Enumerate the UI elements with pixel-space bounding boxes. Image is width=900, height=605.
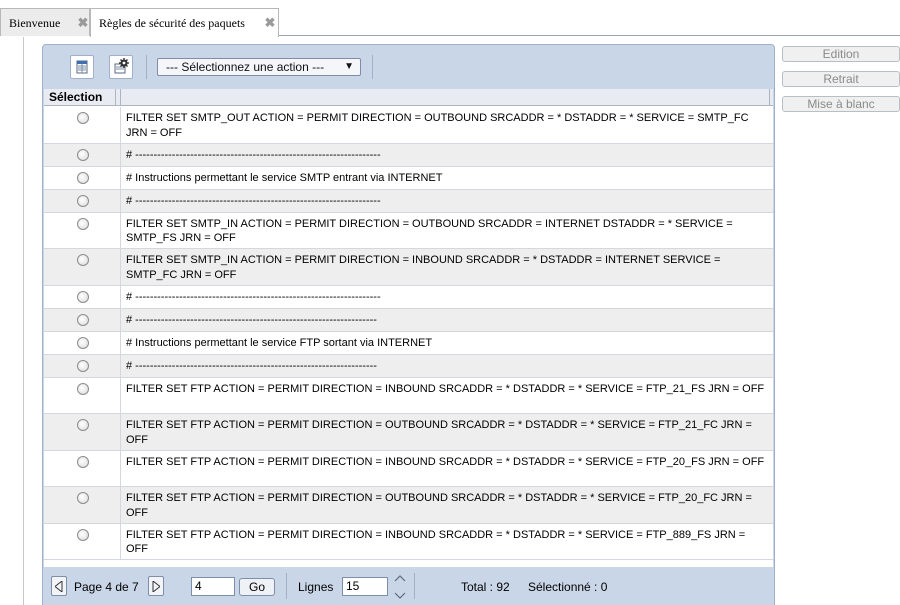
table-row[interactable]: # --------------------------------------… [44, 308, 773, 332]
table-row[interactable]: # --------------------------------------… [44, 189, 773, 213]
footer-separator [286, 573, 287, 599]
rule-text: FILTER SET FTP ACTION = PERMIT DIRECTION… [120, 523, 773, 559]
table-icon[interactable] [70, 55, 94, 79]
action-select-label: --- Sélectionnez une action --- [166, 60, 325, 74]
footer-separator [414, 573, 415, 599]
lines-stepper[interactable] [393, 572, 407, 602]
row-radio[interactable] [77, 217, 89, 230]
toolbar: --- Sélectionnez une action --- ▼ [43, 45, 774, 89]
chevron-down-icon: ▼ [344, 61, 354, 72]
rule-text: # --------------------------------------… [120, 354, 773, 377]
withdraw-button[interactable]: Retrait [782, 71, 900, 87]
table-row[interactable]: FILTER SET SMTP_OUT ACTION = PERMIT DIRE… [44, 107, 773, 144]
reset-button[interactable]: Mise à blanc [782, 96, 900, 112]
row-radio[interactable] [77, 359, 89, 372]
lines-input[interactable]: 15 [342, 577, 388, 596]
close-icon[interactable]: ✖ [263, 9, 277, 37]
lines-label: Lignes [298, 580, 334, 594]
divider [23, 37, 24, 605]
rule-text: FILTER SET FTP ACTION = PERMIT DIRECTION… [120, 487, 773, 523]
row-radio[interactable] [77, 194, 89, 207]
rules-table: Sélection FILTER SET SMTP_OUT ACTION = P… [44, 89, 773, 567]
tab-bienvenue[interactable]: Bienvenue ✖ [0, 8, 90, 36]
toolbar-separator [146, 55, 147, 79]
rules-panel: --- Sélectionnez une action --- ▼ Sélect… [42, 44, 775, 605]
rule-text: FILTER SET FTP ACTION = PERMIT DIRECTION… [120, 414, 773, 450]
previous-page-button[interactable] [51, 576, 67, 596]
settings-icon[interactable] [109, 55, 133, 79]
table-row[interactable]: FILTER SET FTP ACTION = PERMIT DIRECTION… [44, 414, 773, 451]
tab-regles-securite[interactable]: Règles de sécurité des paquets ✖ [90, 8, 279, 37]
edit-button[interactable]: Edition [782, 46, 900, 62]
row-radio[interactable] [77, 171, 89, 184]
row-radio[interactable] [77, 455, 89, 468]
page-indicator: Page 4 de 7 [74, 580, 139, 594]
tab-label: Règles de sécurité des paquets [99, 16, 245, 30]
row-radio[interactable] [77, 313, 89, 326]
rule-text: FILTER SET SMTP_OUT ACTION = PERMIT DIRE… [120, 107, 773, 143]
row-radio[interactable] [77, 112, 89, 124]
rule-text: FILTER SET SMTP_IN ACTION = PERMIT DIREC… [120, 249, 773, 285]
total-count: Total : 92 [461, 580, 510, 594]
table-row[interactable]: # Instructions permettant le service SMT… [44, 166, 773, 190]
row-radio[interactable] [77, 290, 89, 303]
table-row[interactable]: FILTER SET FTP ACTION = PERMIT DIRECTION… [44, 487, 773, 524]
row-radio[interactable] [77, 492, 89, 504]
next-page-button[interactable] [148, 576, 164, 596]
table-row[interactable]: FILTER SET FTP ACTION = PERMIT DIRECTION… [44, 523, 773, 560]
row-radio[interactable] [77, 528, 89, 541]
row-radio[interactable] [77, 148, 89, 161]
table-row[interactable]: # Instructions permettant le service FTP… [44, 331, 773, 355]
row-radio[interactable] [77, 336, 89, 349]
rule-text: FILTER SET SMTP_IN ACTION = PERMIT DIREC… [120, 212, 773, 248]
row-radio[interactable] [77, 382, 89, 395]
tab-bar: Bienvenue ✖ Règles de sécurité des paque… [0, 0, 900, 37]
rule-text: # --------------------------------------… [120, 189, 773, 212]
table-row[interactable]: # --------------------------------------… [44, 354, 773, 378]
selected-count: Sélectionné : 0 [528, 580, 608, 594]
column-header-selection[interactable]: Sélection [44, 89, 116, 106]
table-row[interactable]: FILTER SET SMTP_IN ACTION = PERMIT DIREC… [44, 212, 773, 249]
table-row[interactable]: # --------------------------------------… [44, 143, 773, 167]
page-input[interactable]: 4 [191, 577, 235, 596]
rule-text: FILTER SET FTP ACTION = PERMIT DIRECTION… [120, 450, 773, 486]
toolbar-separator [372, 55, 373, 79]
table-header: Sélection [44, 89, 773, 106]
row-radio[interactable] [77, 419, 89, 431]
rule-text: # --------------------------------------… [120, 285, 773, 308]
table-row[interactable]: FILTER SET FTP ACTION = PERMIT DIRECTION… [44, 377, 773, 414]
tab-label: Bienvenue [9, 16, 61, 30]
table-row[interactable]: FILTER SET FTP ACTION = PERMIT DIRECTION… [44, 450, 773, 487]
rule-text: # Instructions permettant le service SMT… [120, 166, 773, 189]
row-radio[interactable] [77, 254, 89, 266]
action-select[interactable]: --- Sélectionnez une action --- ▼ [157, 58, 361, 76]
column-header-rule[interactable] [120, 89, 770, 106]
pagination-bar: Page 4 de 7 4 Go Lignes 15 Total : 92 Sé… [43, 567, 774, 605]
rule-text: FILTER SET FTP ACTION = PERMIT DIRECTION… [120, 377, 773, 413]
rule-text: # --------------------------------------… [120, 308, 773, 331]
go-button[interactable]: Go [239, 578, 275, 596]
rule-text: # --------------------------------------… [120, 143, 773, 166]
table-row[interactable]: # --------------------------------------… [44, 285, 773, 309]
rule-text: # Instructions permettant le service FTP… [120, 331, 773, 354]
close-icon[interactable]: ✖ [76, 9, 90, 37]
table-row[interactable]: FILTER SET SMTP_IN ACTION = PERMIT DIREC… [44, 249, 773, 286]
